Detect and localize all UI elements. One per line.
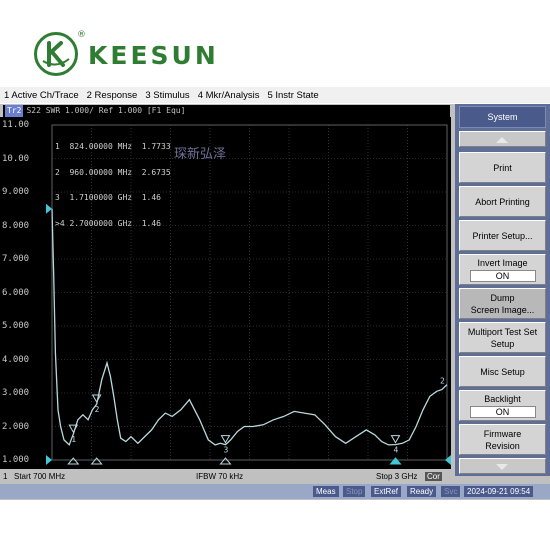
multiport-label-line2: Setup — [490, 338, 515, 349]
scroll-down-button[interactable] — [459, 458, 546, 474]
brand-name: KEESUN — [88, 41, 219, 70]
extref-indicator: ExtRef — [371, 486, 402, 497]
marker-value: 1.7733 — [141, 142, 171, 151]
keesun-logo: ® KEESUN — [34, 30, 216, 80]
marker-x-indicator-4 — [389, 457, 402, 465]
y-tick-label: 4.000 — [2, 354, 30, 365]
menu-bar: 1 Active Ch/Trace 2 Response 3 Stimulus … — [0, 87, 550, 103]
marker-x-indicator-2 — [90, 457, 103, 465]
instrument-status-bar: Meas Stop ExtRef Ready Svc 2024-09-21 09… — [0, 484, 550, 499]
softkey-multiport-test-set[interactable]: Multiport Test Set Setup — [459, 322, 546, 353]
trace-badge[interactable]: Tr2 — [5, 105, 24, 117]
logo-emblem-icon — [34, 32, 78, 76]
y-tick-label: 1.000 — [2, 455, 30, 465]
y-tick-label: 8.000 — [2, 220, 30, 231]
softkey-print[interactable]: Print — [459, 152, 546, 183]
y-tick-label: 10.00 — [2, 153, 30, 164]
firmware-label-line1: Firmware — [483, 428, 522, 439]
channel-number: 1 — [3, 472, 8, 481]
reference-marker-left-2 — [46, 203, 52, 214]
marker-num: 1 — [55, 142, 60, 151]
y-tick-label: 11.00 — [2, 120, 30, 130]
y-tick-label: 2.000 — [2, 421, 30, 432]
marker-num: 2 — [55, 167, 60, 177]
watermark-text: 琛新弘泽 — [174, 147, 227, 162]
marker-num: >4 — [55, 218, 65, 228]
marker-value: 2.6735 — [141, 167, 171, 177]
trace-end-label: 2 — [440, 377, 445, 386]
marker-row-4: >4 2.7000000 GHz 1.46 — [55, 218, 171, 229]
ready-indicator: Ready — [407, 486, 437, 497]
marker-label-1: 1 — [71, 435, 76, 444]
stop-frequency[interactable]: Stop 3 GHz — [376, 472, 417, 481]
y-tick-label: 7.000 — [2, 254, 30, 264]
marker-num: 3 — [55, 193, 60, 202]
menu-active-ch-trace[interactable]: 1 Active Ch/Trace — [4, 90, 79, 101]
multiport-label-line1: Multiport Test Set — [467, 326, 538, 337]
backlight-label: Backlight — [484, 394, 521, 404]
ifbw[interactable]: IFBW 70 kHz — [196, 472, 243, 481]
marker-value: 1.46 — [141, 218, 161, 228]
marker-freq: 824.00000 MHz — [69, 142, 133, 151]
softkey-firmware-revision[interactable]: Firmware Revision — [459, 424, 546, 455]
registered-mark: ® — [77, 30, 86, 40]
invert-image-value: ON — [469, 270, 536, 282]
marker-row-3: 3 1.7100000 GHz 1.46 — [55, 193, 171, 203]
marker-freq: 960.00000 MHz — [69, 167, 133, 177]
menu-response[interactable]: 2 Response — [87, 90, 138, 101]
marker-label-4: 4 — [393, 446, 398, 455]
reference-marker-left — [46, 455, 52, 465]
trace-header: Tr2 S22 SWR 1.000/ Ref 1.000 [F1 Equ] — [3, 105, 450, 117]
invert-image-label: Invert Image — [477, 258, 528, 268]
reference-marker-right — [445, 455, 451, 465]
marker-point-2 — [91, 394, 102, 403]
marker-freq: 2.7000000 GHz — [69, 218, 133, 228]
y-tick-label: 5.000 — [2, 321, 30, 331]
y-tick-label: 3.000 — [2, 388, 30, 398]
softkey-invert-image[interactable]: Invert Image ON — [459, 254, 546, 285]
marker-label-2: 2 — [95, 405, 100, 414]
menu-stimulus[interactable]: 3 Stimulus — [145, 90, 189, 101]
start-frequency[interactable]: Start 700 MHz — [14, 472, 65, 481]
softkey-backlight[interactable]: Backlight ON — [459, 390, 546, 421]
trace-settings: S22 SWR 1.000/ Ref 1.000 [F1 Equ] — [26, 106, 186, 115]
marker-x-indicator-1 — [67, 457, 80, 465]
menu-mkr-analysis[interactable]: 4 Mkr/Analysis — [198, 90, 260, 101]
marker-row-2: 2 960.00000 MHz 2.6735 — [55, 167, 171, 178]
softkey-system-header[interactable]: System — [459, 106, 546, 128]
chevron-down-icon — [496, 464, 508, 470]
y-tick-label: 9.000 — [2, 187, 30, 197]
menu-instr-state[interactable]: 5 Instr State — [267, 90, 318, 101]
meas-indicator: Meas — [313, 486, 339, 497]
dump-label-line1: Dump — [490, 292, 515, 303]
softkey-misc-setup[interactable]: Misc Setup — [459, 356, 546, 387]
channel-status-line: 1 Start 700 MHz IFBW 70 kHz Stop 3 GHz C… — [0, 470, 451, 483]
firmware-label-line2: Revision — [485, 440, 520, 451]
softkey-printer-setup[interactable]: Printer Setup... — [459, 220, 546, 251]
dump-label-line2: Screen Image... — [470, 304, 535, 315]
marker-table: 1 824.00000 MHz 1.7733 2 960.00000 MHz 2… — [55, 126, 171, 237]
marker-freq: 1.7100000 GHz — [69, 193, 133, 202]
softkey-dump-screen-image[interactable]: Dump Screen Image... — [459, 288, 546, 319]
stop-indicator: Stop — [343, 486, 366, 497]
marker-x-indicator-3 — [219, 457, 232, 465]
marker-row-1: 1 824.00000 MHz 1.7733 — [55, 142, 171, 152]
date-time: 2024-09-21 09:54 — [464, 486, 534, 497]
y-tick-label: 6.000 — [2, 287, 30, 298]
marker-value: 1.46 — [141, 193, 161, 202]
svc-indicator: Svc — [441, 486, 461, 497]
marker-label-3: 3 — [223, 446, 228, 455]
scroll-up-button[interactable] — [459, 131, 546, 147]
marker-point-4 — [390, 435, 401, 444]
chevron-up-icon — [496, 137, 508, 143]
correction-badge: Cor — [425, 472, 442, 481]
softkey-abort-printing[interactable]: Abort Printing — [459, 186, 546, 217]
backlight-value: ON — [469, 406, 536, 418]
